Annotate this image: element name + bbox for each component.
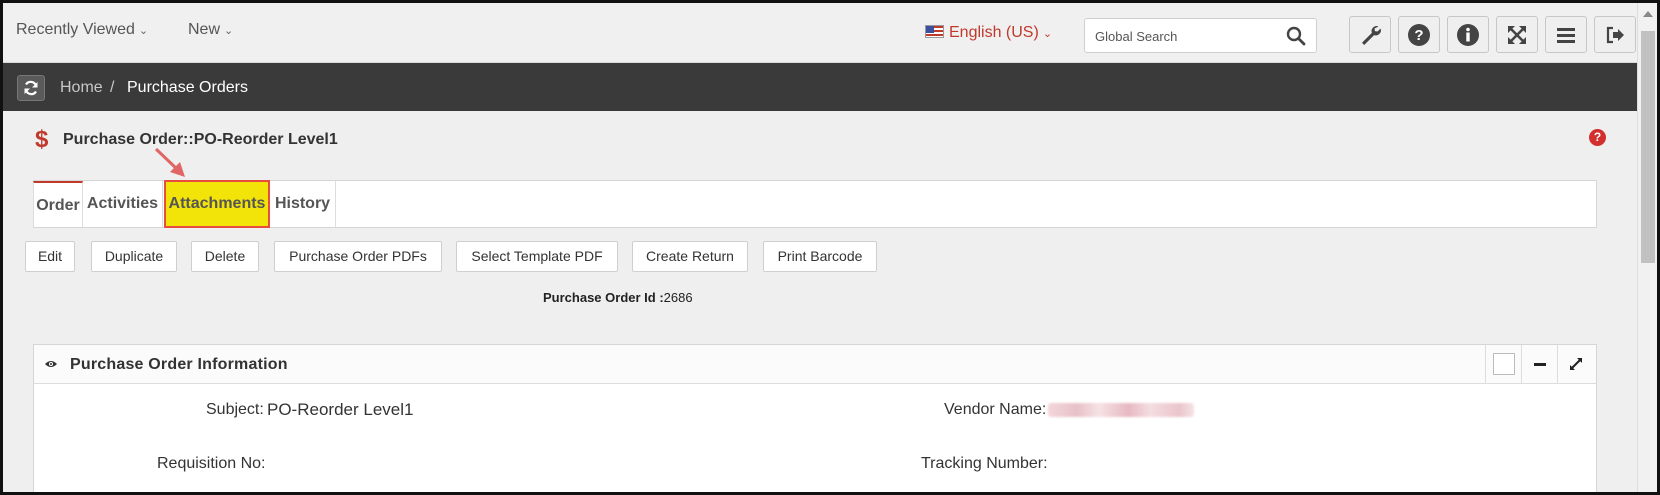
svg-text:?: ? xyxy=(1414,27,1423,44)
chevron-down-icon: ⌄ xyxy=(138,25,149,37)
chevron-down-icon: ⌄ xyxy=(224,25,234,37)
help-icon[interactable]: ? xyxy=(1589,129,1606,146)
global-search-input[interactable] xyxy=(1095,27,1280,45)
page-title: Purchase Order::PO-Reorder Level1 xyxy=(63,131,338,148)
select-template-pdf-button[interactable]: Select Template PDF xyxy=(456,241,618,272)
panel-title: Purchase Order Information xyxy=(70,356,288,373)
sign-out-icon xyxy=(1606,26,1624,43)
scroll-up-arrow-icon[interactable] xyxy=(1643,11,1653,17)
scrollbar-thumb[interactable] xyxy=(1641,31,1655,263)
purchase-order-id: Purchase Order Id :2686 xyxy=(543,290,693,305)
breadcrumb-separator: / xyxy=(110,79,115,96)
info-circle-icon xyxy=(1457,23,1479,46)
purchase-order-id-label: Purchase Order Id : xyxy=(543,290,664,305)
eye-icon[interactable] xyxy=(44,359,58,369)
fullscreen-button[interactable] xyxy=(1496,16,1538,53)
edit-button[interactable]: Edit xyxy=(25,241,75,272)
recently-viewed-label: Recently Viewed xyxy=(16,21,135,38)
vertical-scrollbar[interactable] xyxy=(1637,3,1657,492)
expand-arrows-icon xyxy=(1508,25,1526,44)
duplicate-button[interactable]: Duplicate xyxy=(91,241,177,272)
minus-icon xyxy=(1533,362,1546,366)
refresh-icon xyxy=(24,80,38,96)
breadcrumb: Home / Purchase Orders xyxy=(3,63,1637,111)
language-selector[interactable]: English (US) ⌄ xyxy=(925,24,1052,42)
hamburger-icon xyxy=(1557,27,1575,43)
chevron-down-icon: ⌄ xyxy=(1042,28,1053,40)
question-circle-icon: ? xyxy=(1408,23,1430,46)
global-search xyxy=(1084,18,1317,53)
help-button[interactable]: ? xyxy=(1398,16,1440,53)
dollar-icon: $ xyxy=(35,126,49,153)
top-bar: Recently Viewed⌄ New⌄ English (US)⌄ ? xyxy=(3,3,1637,63)
search-icon[interactable] xyxy=(1286,26,1306,46)
delete-button[interactable]: Delete xyxy=(191,241,259,272)
wrench-icon xyxy=(1362,25,1381,45)
tracking-number-label: Tracking Number: xyxy=(921,455,1048,472)
tools-button[interactable] xyxy=(1349,16,1391,53)
subject-value: PO-Reorder Level1 xyxy=(267,400,414,419)
tab-bar: Order Activities Attachments History xyxy=(33,180,1597,228)
checkbox[interactable] xyxy=(1492,353,1515,375)
subject-label: Subject: xyxy=(206,401,264,418)
breadcrumb-current: Purchase Orders xyxy=(127,79,248,96)
expand-icon xyxy=(1569,358,1582,370)
recently-viewed-menu[interactable]: Recently Viewed ⌄ xyxy=(16,21,148,39)
us-flag-icon xyxy=(925,25,944,38)
tab-history[interactable]: History xyxy=(270,181,336,227)
print-barcode-button[interactable]: Print Barcode xyxy=(763,241,877,272)
refresh-button[interactable] xyxy=(17,75,45,101)
create-return-button[interactable]: Create Return xyxy=(632,241,748,272)
purchase-order-pdfs-button[interactable]: Purchase Order PDFs xyxy=(274,241,442,272)
expand-panel-button[interactable] xyxy=(1557,345,1593,383)
vendor-name-value-redacted xyxy=(1048,403,1194,417)
requisition-no-label: Requisition No: xyxy=(157,455,266,472)
new-menu[interactable]: New ⌄ xyxy=(188,21,233,39)
app-window: Recently Viewed⌄ New⌄ English (US)⌄ ? xyxy=(0,0,1660,495)
panel-checkbox-control[interactable] xyxy=(1485,345,1521,383)
panel-header: Purchase Order Information xyxy=(34,345,1596,384)
language-label: English (US) xyxy=(949,24,1039,41)
info-button[interactable] xyxy=(1447,16,1489,53)
logout-button[interactable] xyxy=(1594,16,1636,53)
vendor-name-label: Vendor Name: xyxy=(944,401,1047,418)
tab-order[interactable]: Order xyxy=(33,181,83,227)
purchase-order-id-value: 2686 xyxy=(663,290,693,305)
new-label: New xyxy=(188,21,221,38)
tab-activities[interactable]: Activities xyxy=(83,181,163,227)
tab-attachments[interactable]: Attachments xyxy=(164,180,270,228)
menu-button[interactable] xyxy=(1545,16,1587,53)
collapse-panel-button[interactable] xyxy=(1521,345,1557,383)
breadcrumb-home[interactable]: Home xyxy=(60,79,103,97)
